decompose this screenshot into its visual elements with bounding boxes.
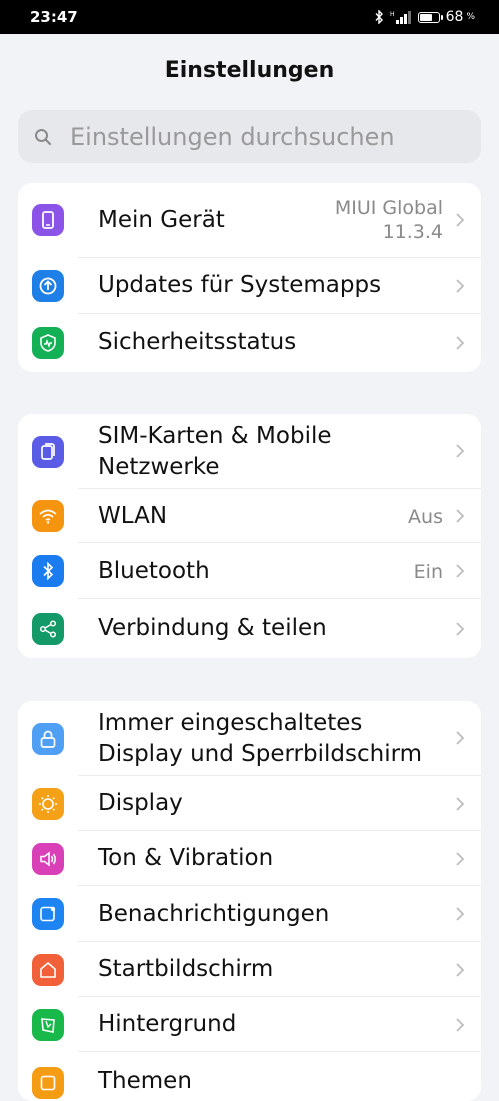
- sun-icon: [32, 788, 64, 820]
- label-line: Display und Sperrbildschirm: [98, 741, 423, 767]
- label-line: Immer eingeschaltetes: [98, 710, 363, 736]
- battery-percent: 68: [445, 9, 464, 25]
- chevron-right-icon: [456, 852, 465, 866]
- settings-group-connectivity: SIM-Karten & Mobile Netzwerke WLAN Aus B…: [18, 414, 481, 658]
- shield-icon: [32, 327, 64, 359]
- row-value: Aus: [408, 506, 443, 528]
- svg-text:H: H: [390, 11, 395, 18]
- row-label: Startbildschirm: [98, 956, 274, 982]
- row-value: MIUI Global 11.3.4: [335, 196, 443, 244]
- settings-group-device: Mein Gerät MIUI Global 11.3.4 Updates fü…: [18, 183, 481, 372]
- row-label: SIM-Karten & Mobile Netzwerke: [98, 421, 332, 483]
- row-label: WLAN: [98, 503, 168, 529]
- row-label: Benachrichtigungen: [98, 901, 330, 927]
- row-label: Verbindung & teilen: [98, 615, 327, 641]
- update-icon: [32, 270, 64, 302]
- miui-version-number: 11.3.4: [382, 221, 443, 243]
- battery-icon: [417, 11, 443, 23]
- label-line: SIM-Karten & Mobile: [98, 423, 332, 449]
- row-sound-vibration[interactable]: Ton & Vibration: [18, 831, 481, 886]
- row-connection-sharing[interactable]: Verbindung & teilen: [18, 599, 481, 658]
- bluetooth-icon: [32, 555, 64, 587]
- page-title: Einstellungen: [164, 58, 335, 83]
- chevron-right-icon: [456, 336, 465, 350]
- search-placeholder: Einstellungen durchsuchen: [70, 122, 395, 151]
- row-label: Ton & Vibration: [98, 845, 274, 871]
- row-notifications[interactable]: Benachrichtigungen: [18, 886, 481, 942]
- sim-icon: [32, 436, 64, 468]
- wallpaper-icon: [32, 1009, 64, 1041]
- settings-group-personalization: Immer eingeschaltetes Display und Sperrb…: [18, 701, 481, 1101]
- chevron-right-icon: [456, 963, 465, 977]
- chevron-right-icon: [456, 1018, 465, 1032]
- chevron-right-icon: [456, 622, 465, 636]
- label-line: Netzwerke: [98, 454, 220, 480]
- status-icons: H 68 %: [374, 9, 475, 25]
- row-label: Sicherheitsstatus: [98, 329, 297, 355]
- chevron-right-icon: [456, 279, 465, 293]
- row-label: Themen: [98, 1068, 192, 1094]
- row-label: Hintergrund: [98, 1011, 237, 1037]
- share-icon: [32, 613, 64, 645]
- row-always-on-display[interactable]: Immer eingeschaltetes Display und Sperrb…: [18, 701, 481, 776]
- chevron-right-icon: [456, 797, 465, 811]
- row-system-app-updates[interactable]: Updates für Systemapps: [18, 258, 481, 314]
- chevron-right-icon: [456, 444, 465, 458]
- row-themes[interactable]: Themen: [18, 1052, 481, 1101]
- speaker-icon: [32, 843, 64, 875]
- chevron-right-icon: [456, 213, 465, 227]
- row-label: Mein Gerät: [98, 207, 225, 233]
- row-display[interactable]: Display: [18, 776, 481, 831]
- row-wlan[interactable]: WLAN Aus: [18, 489, 481, 543]
- row-my-device[interactable]: Mein Gerät MIUI Global 11.3.4: [18, 183, 481, 258]
- home-icon: [32, 954, 64, 986]
- row-label: Immer eingeschaltetes Display und Sperrb…: [98, 708, 422, 770]
- battery-percent-unit: %: [466, 12, 475, 22]
- search-input[interactable]: Einstellungen durchsuchen: [18, 110, 481, 163]
- bluetooth-status-icon: [374, 10, 384, 24]
- row-security-status[interactable]: Sicherheitsstatus: [18, 314, 481, 372]
- row-value: Ein: [413, 561, 443, 583]
- clock: 23:47: [30, 8, 78, 26]
- row-home-screen[interactable]: Startbildschirm: [18, 942, 481, 997]
- row-label: Display: [98, 790, 183, 816]
- miui-version-name: MIUI Global: [334, 197, 443, 219]
- phone-icon: [32, 204, 64, 236]
- row-wallpaper[interactable]: Hintergrund: [18, 997, 481, 1052]
- chevron-right-icon: [456, 564, 465, 578]
- lock-icon: [32, 723, 64, 755]
- signal-icon: H: [390, 10, 412, 24]
- row-sim-mobile-networks[interactable]: SIM-Karten & Mobile Netzwerke: [18, 414, 481, 489]
- row-bluetooth[interactable]: Bluetooth Ein: [18, 543, 481, 599]
- theme-icon: [32, 1067, 64, 1099]
- row-label: Updates für Systemapps: [98, 272, 382, 298]
- status-bar: 23:47 H 68 %: [0, 0, 499, 34]
- search-icon: [35, 128, 52, 145]
- wifi-icon: [32, 500, 64, 532]
- chevron-right-icon: [456, 509, 465, 523]
- notification-icon: [32, 898, 64, 930]
- row-label: Bluetooth: [98, 558, 210, 584]
- chevron-right-icon: [456, 731, 465, 745]
- chevron-right-icon: [456, 907, 465, 921]
